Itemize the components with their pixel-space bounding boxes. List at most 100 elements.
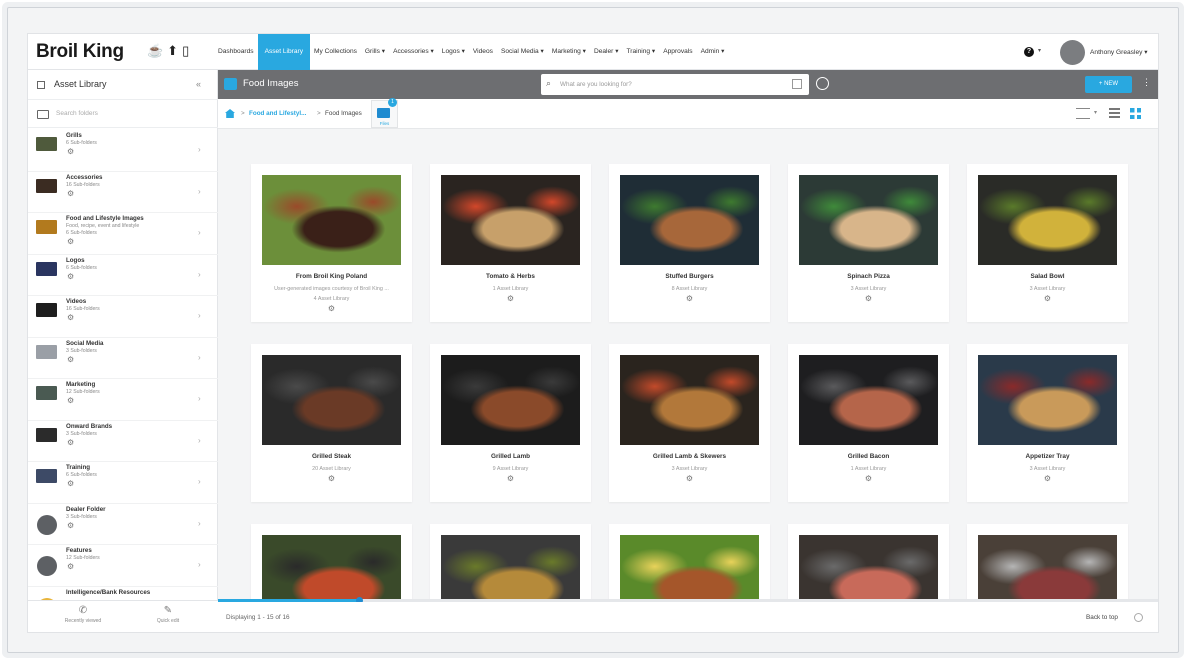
chevron-right-icon[interactable]: › xyxy=(198,270,201,279)
gear-icon[interactable]: ⚙ xyxy=(67,355,74,364)
chevron-right-icon[interactable]: › xyxy=(198,560,201,569)
breadcrumb-parent[interactable]: Food and Lifestyl... xyxy=(249,110,306,117)
gear-icon[interactable]: ⚙ xyxy=(251,305,412,313)
asset-card-title[interactable]: Tomato & Herbs xyxy=(430,273,591,280)
help-icon[interactable]: ? xyxy=(1024,47,1034,57)
search-icon[interactable]: ⌕ xyxy=(546,78,551,89)
gear-icon[interactable]: ⚙ xyxy=(430,475,591,483)
gear-icon[interactable]: ⚙ xyxy=(67,314,74,322)
gear-icon[interactable]: ⚙ xyxy=(430,295,591,303)
gear-icon[interactable]: ⚙ xyxy=(67,272,74,281)
asset-thumbnail-image[interactable] xyxy=(262,175,401,265)
asset-card[interactable] xyxy=(251,524,412,599)
nav-item-5[interactable]: Logos ▾ xyxy=(438,34,469,70)
asset-card-title[interactable]: Spinach Pizza xyxy=(788,273,949,280)
asset-thumbnail-image[interactable] xyxy=(799,355,938,445)
gear-icon[interactable]: ⚙ xyxy=(251,475,412,483)
asset-card-title[interactable]: Grilled Steak xyxy=(251,453,412,460)
chevron-right-icon[interactable]: › xyxy=(198,477,201,486)
nav-item-8[interactable]: Marketing ▾ xyxy=(548,34,590,70)
asset-card[interactable]: Salad Bowl 3 Asset Library ⚙ xyxy=(967,164,1128,322)
asset-thumbnail-image[interactable] xyxy=(441,355,580,445)
gear-icon[interactable]: ⚙ xyxy=(67,189,74,198)
brand-logo[interactable]: Broil King xyxy=(36,41,124,63)
asset-card[interactable]: Grilled Bacon 1 Asset Library ⚙ xyxy=(788,344,949,502)
gear-icon[interactable]: ⚙ xyxy=(609,475,770,483)
asset-search[interactable]: ⌕ What are you looking for? xyxy=(541,74,809,95)
asset-thumbnail-image[interactable] xyxy=(978,355,1117,445)
new-button[interactable]: + NEW xyxy=(1085,76,1132,93)
asset-thumbnail-image[interactable] xyxy=(441,535,580,599)
files-folder-chip[interactable]: 1 Files xyxy=(371,98,398,128)
gear-icon[interactable]: ⚙ xyxy=(609,295,770,303)
chevron-right-icon[interactable]: › xyxy=(198,311,201,320)
gear-icon[interactable]: ⚙ xyxy=(788,295,949,303)
nav-item-1[interactable]: Asset Library xyxy=(257,34,311,70)
asset-card-title[interactable]: Grilled Lamb & Skewers xyxy=(609,453,770,460)
sort-icon[interactable] xyxy=(1076,108,1090,119)
asset-card[interactable] xyxy=(430,524,591,599)
asset-card[interactable]: Grilled Lamb & Skewers 3 Asset Library ⚙ xyxy=(609,344,770,502)
nav-item-6[interactable]: Videos xyxy=(469,34,497,70)
sidebar-folder-item[interactable]: Social Media 3 Sub-folders ⚙ › xyxy=(28,338,218,379)
asset-card[interactable] xyxy=(609,524,770,599)
folder-search[interactable]: Search folders xyxy=(28,100,218,128)
asset-thumbnail-image[interactable] xyxy=(620,535,759,599)
nav-item-0[interactable]: Dashboards xyxy=(214,34,258,70)
collapse-sidebar-icon[interactable]: « xyxy=(196,79,201,89)
asset-thumbnail-image[interactable] xyxy=(978,175,1117,265)
more-options-icon[interactable]: ⋮ xyxy=(1142,77,1151,88)
asset-thumbnail-image[interactable] xyxy=(620,355,759,445)
user-menu[interactable]: Anthony Greasley ▾ xyxy=(1090,48,1148,56)
arrow-up-icon[interactable] xyxy=(1134,613,1143,622)
nav-item-10[interactable]: Training ▾ xyxy=(623,34,660,70)
sidebar-folder-item[interactable]: Features 12 Sub-folders ⚙ › xyxy=(28,545,218,587)
nav-item-11[interactable]: Approvals xyxy=(659,34,696,70)
sidebar-folder-item[interactable]: Grills 6 Sub-folders ⚙ › xyxy=(28,130,218,172)
chevron-right-icon[interactable]: › xyxy=(198,394,201,403)
sidebar-folder-item[interactable]: Training 6 Sub-folders ⚙ › xyxy=(28,462,218,504)
sidebar-folder-item[interactable]: Logos 6 Sub-folders ⚙ › xyxy=(28,255,218,296)
asset-thumbnail-image[interactable] xyxy=(799,535,938,599)
nav-item-12[interactable]: Admin ▾ xyxy=(697,34,729,70)
gear-icon[interactable]: ⚙ xyxy=(67,438,74,447)
gear-icon[interactable]: ⚙ xyxy=(967,475,1128,483)
sidebar-folder-item[interactable]: Videos 16 Sub-folders ⚙ › xyxy=(28,296,218,338)
asset-thumbnail-image[interactable] xyxy=(262,535,401,599)
asset-thumbnail-image[interactable] xyxy=(262,355,401,445)
quick-edit-button[interactable]: ✎ Quick edit xyxy=(128,604,208,624)
chevron-right-icon[interactable]: › xyxy=(198,145,201,154)
sidebar-folder-item[interactable]: Dealer Folder 3 Sub-folders ⚙ › xyxy=(28,504,218,545)
chevron-right-icon[interactable]: › xyxy=(198,228,201,237)
asset-card-title[interactable]: Grilled Bacon xyxy=(788,453,949,460)
asset-card[interactable]: Grilled Steak 20 Asset Library ⚙ xyxy=(251,344,412,502)
asset-thumbnail-image[interactable] xyxy=(620,175,759,265)
asset-card[interactable]: Appetizer Tray 3 Asset Library ⚙ xyxy=(967,344,1128,502)
recently-viewed-button[interactable]: ✆ Recently viewed xyxy=(43,604,123,624)
gear-icon[interactable]: ⚙ xyxy=(788,475,949,483)
asset-card[interactable]: Grilled Lamb 9 Asset Library ⚙ xyxy=(430,344,591,502)
nav-item-2[interactable]: My Collections xyxy=(310,34,361,70)
asset-card[interactable] xyxy=(967,524,1128,599)
gear-icon[interactable]: ⚙ xyxy=(67,480,74,488)
asset-card[interactable]: Tomato & Herbs 1 Asset Library ⚙ xyxy=(430,164,591,322)
gear-icon[interactable]: ⚙ xyxy=(967,295,1128,303)
chevron-right-icon[interactable]: › xyxy=(198,436,201,445)
grid-view-icon[interactable] xyxy=(1130,108,1141,119)
asset-card-title[interactable]: Stuffed Burgers xyxy=(609,273,770,280)
chevron-right-icon[interactable]: › xyxy=(198,519,201,528)
history-icon[interactable] xyxy=(816,77,829,90)
folder-search-input[interactable]: Search folders xyxy=(56,110,98,117)
asset-thumbnail-image[interactable] xyxy=(978,535,1117,599)
gear-icon[interactable]: ⚙ xyxy=(67,148,74,156)
asset-card-title[interactable]: From Broil King Poland xyxy=(251,273,412,280)
asset-card-title[interactable]: Appetizer Tray xyxy=(967,453,1128,460)
asset-card[interactable] xyxy=(788,524,949,599)
gear-icon[interactable]: ⚙ xyxy=(67,238,74,246)
sidebar-folder-item[interactable]: Marketing 12 Sub-folders ⚙ › xyxy=(28,379,218,421)
gear-icon[interactable]: ⚙ xyxy=(67,397,74,405)
user-avatar[interactable] xyxy=(1060,40,1085,65)
gear-icon[interactable]: ⚙ xyxy=(67,563,74,571)
asset-card-title[interactable]: Salad Bowl xyxy=(967,273,1128,280)
home-icon[interactable] xyxy=(225,109,235,118)
